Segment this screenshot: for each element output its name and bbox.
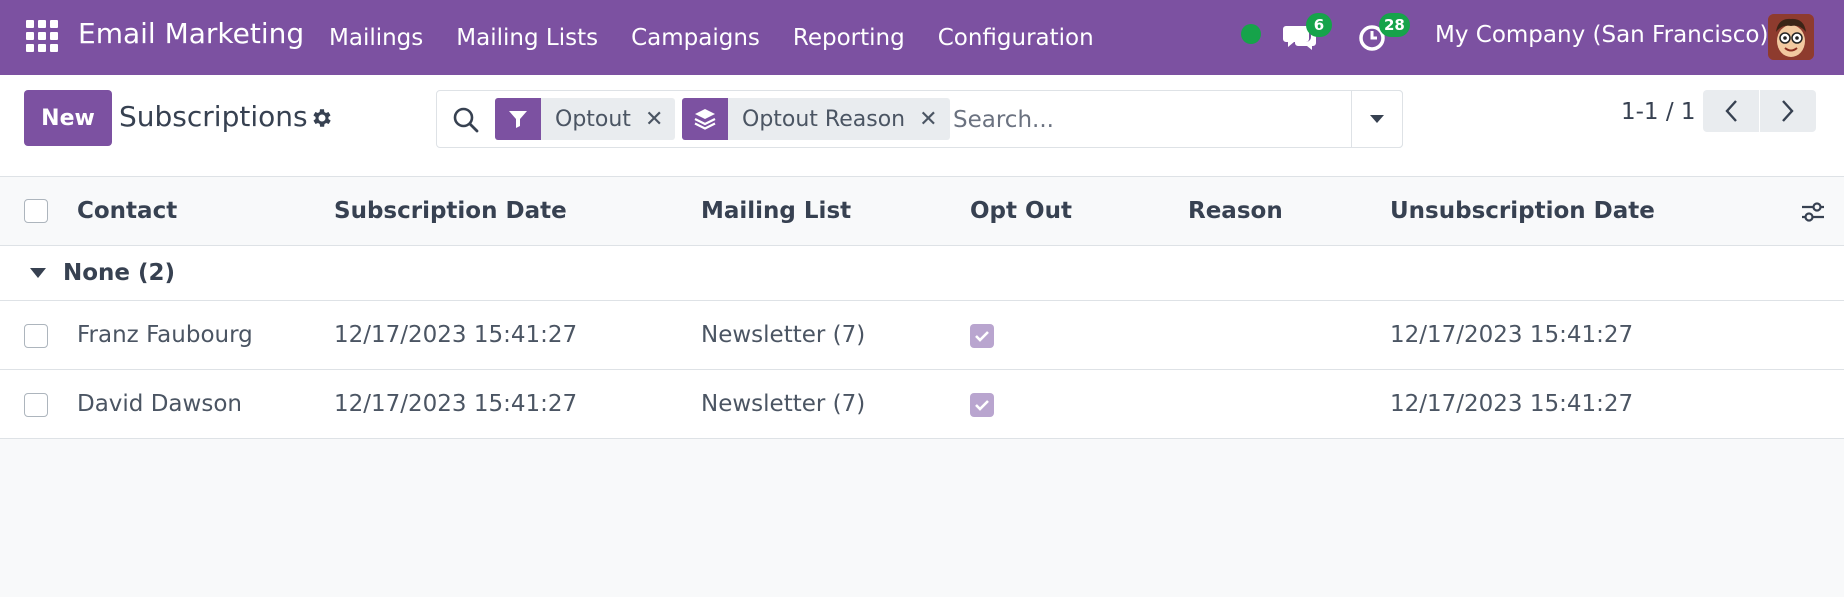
table-row[interactable]: Franz Faubourg 12/17/2023 15:41:27 Newsl… xyxy=(0,301,1844,370)
chevron-right-icon xyxy=(1782,100,1794,122)
column-header-unsubscription-date[interactable]: Unsubscription Date xyxy=(1390,197,1655,225)
menu-item-configuration[interactable]: Configuration xyxy=(938,25,1094,51)
check-icon xyxy=(975,331,989,342)
user-avatar[interactable] xyxy=(1768,14,1814,60)
facet-label: Optout Reason xyxy=(742,106,906,132)
layers-icon xyxy=(682,98,728,140)
column-settings-icon[interactable] xyxy=(1800,199,1826,225)
cell-subscription-date: 12/17/2023 15:41:27 xyxy=(334,322,578,348)
cell-subscription-date: 12/17/2023 15:41:27 xyxy=(334,391,578,417)
caret-down-icon xyxy=(1370,115,1384,123)
menu-item-mailing-lists[interactable]: Mailing Lists xyxy=(456,25,598,51)
page-title: Subscriptions xyxy=(119,100,308,133)
row-checkbox[interactable] xyxy=(24,393,48,417)
opt-out-checkbox xyxy=(970,393,994,417)
cell-contact: David Dawson xyxy=(77,391,242,417)
cell-mailing-list: Newsletter (7) xyxy=(701,391,866,417)
gear-icon[interactable] xyxy=(310,106,334,130)
caret-down-icon xyxy=(30,268,46,278)
table-row[interactable]: David Dawson 12/17/2023 15:41:27 Newslet… xyxy=(0,370,1844,439)
search-input[interactable] xyxy=(953,103,1353,137)
check-icon xyxy=(975,400,989,411)
activity-count-badge: 28 xyxy=(1379,13,1410,37)
menu-item-mailings[interactable]: Mailings xyxy=(329,25,423,51)
chat-count-badge: 6 xyxy=(1306,13,1332,37)
cell-unsubscription-date: 12/17/2023 15:41:27 xyxy=(1390,391,1634,417)
pager-previous-button[interactable] xyxy=(1703,90,1759,132)
menu-item-reporting[interactable]: Reporting xyxy=(793,25,905,51)
presence-status-icon[interactable] xyxy=(1241,24,1261,44)
main-menu: Mailings Mailing Lists Campaigns Reporti… xyxy=(329,0,1127,75)
opt-out-checkbox xyxy=(970,324,994,348)
group-label: None (2) xyxy=(63,260,176,286)
column-header-subscription-date[interactable]: Subscription Date xyxy=(334,197,567,225)
remove-facet-icon[interactable]: ✕ xyxy=(645,107,675,132)
top-navbar: Email Marketing Mailings Mailing Lists C… xyxy=(0,0,1844,75)
pager-value[interactable]: 1-1 / 1 xyxy=(1621,97,1696,127)
facet-label: Optout xyxy=(555,106,631,132)
column-header-contact[interactable]: Contact xyxy=(77,197,177,225)
search-facet-optout: Optout ✕ xyxy=(495,98,676,140)
filter-icon xyxy=(495,98,541,140)
table-header: Contact Subscription Date Mailing List O… xyxy=(0,177,1844,246)
cell-mailing-list: Newsletter (7) xyxy=(701,322,866,348)
select-all-checkbox[interactable] xyxy=(24,199,48,223)
company-switcher[interactable]: My Company (San Francisco) xyxy=(1435,20,1768,50)
pager-next-button[interactable] xyxy=(1760,90,1816,132)
cell-contact: Franz Faubourg xyxy=(77,322,253,348)
chevron-left-icon xyxy=(1725,100,1737,122)
remove-facet-icon[interactable]: ✕ xyxy=(919,107,949,132)
cell-unsubscription-date: 12/17/2023 15:41:27 xyxy=(1390,322,1634,348)
search-icon[interactable] xyxy=(451,105,481,135)
new-button[interactable]: New xyxy=(24,90,112,146)
search-options-toggle[interactable] xyxy=(1351,90,1403,148)
search-bar: Optout ✕ Optout Reason ✕ xyxy=(436,90,1403,148)
search-facet-optout-reason: Optout Reason ✕ xyxy=(682,98,950,140)
column-header-reason[interactable]: Reason xyxy=(1188,197,1283,225)
control-panel: New Subscriptions Optout ✕ Optout Reason… xyxy=(0,75,1844,177)
apps-grid-icon[interactable] xyxy=(26,20,58,52)
column-header-mailing-list[interactable]: Mailing List xyxy=(701,197,851,225)
row-checkbox[interactable] xyxy=(24,324,48,348)
app-brand[interactable]: Email Marketing xyxy=(78,16,304,52)
group-row-none[interactable]: None (2) xyxy=(0,246,1844,301)
menu-item-campaigns[interactable]: Campaigns xyxy=(631,25,760,51)
column-header-opt-out[interactable]: Opt Out xyxy=(970,197,1072,225)
